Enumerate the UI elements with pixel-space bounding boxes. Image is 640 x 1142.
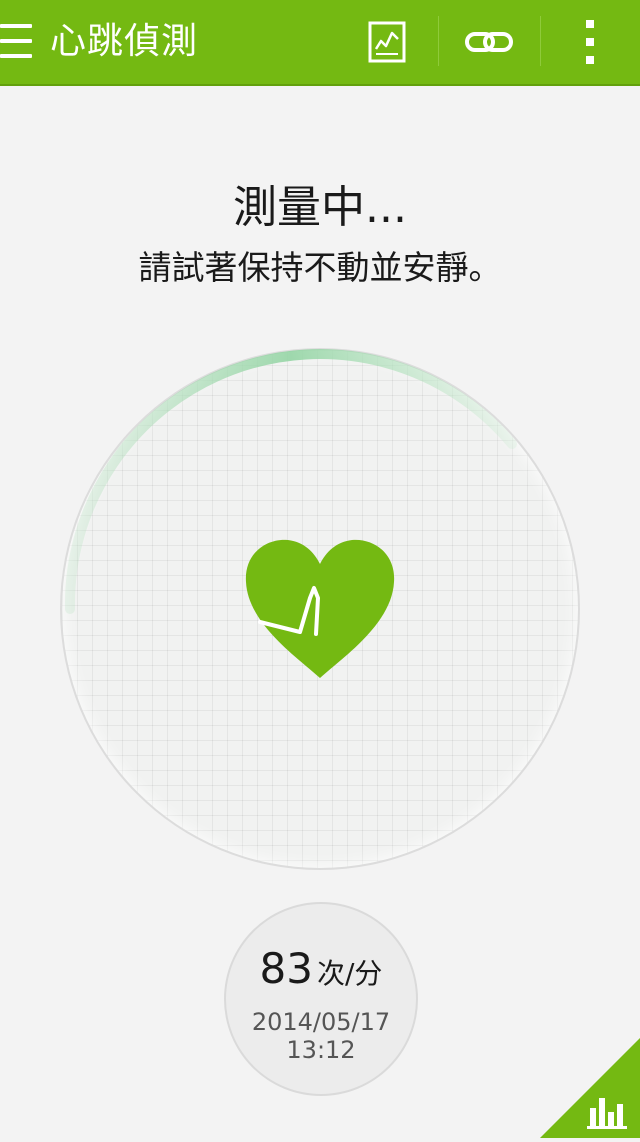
reading-time: 13:12: [286, 1036, 356, 1064]
bpm-number: 83: [259, 944, 313, 993]
bpm-unit: 次/分: [317, 957, 383, 990]
menu-icon[interactable]: [0, 24, 32, 60]
measuring-instruction: 請試著保持不動並安靜。: [138, 248, 502, 287]
report-icon[interactable]: [368, 21, 406, 63]
app-bar: 心跳偵測: [0, 0, 640, 86]
history-chart-button[interactable]: [540, 1038, 640, 1138]
last-reading-panel[interactable]: 83 次/分 2014/05/17 13:12: [226, 904, 416, 1094]
heart-icon: [240, 536, 400, 682]
more-vertical-icon[interactable]: [580, 18, 600, 66]
link-icon[interactable]: [464, 28, 514, 56]
toolbar-divider: [438, 16, 439, 66]
heart-rate-value: 83 次/分: [226, 944, 416, 993]
reading-date: 2014/05/17: [251, 1008, 391, 1036]
measuring-title: 測量中...: [233, 182, 407, 233]
toolbar-divider: [540, 16, 541, 66]
app-title: 心跳偵測: [50, 21, 199, 62]
